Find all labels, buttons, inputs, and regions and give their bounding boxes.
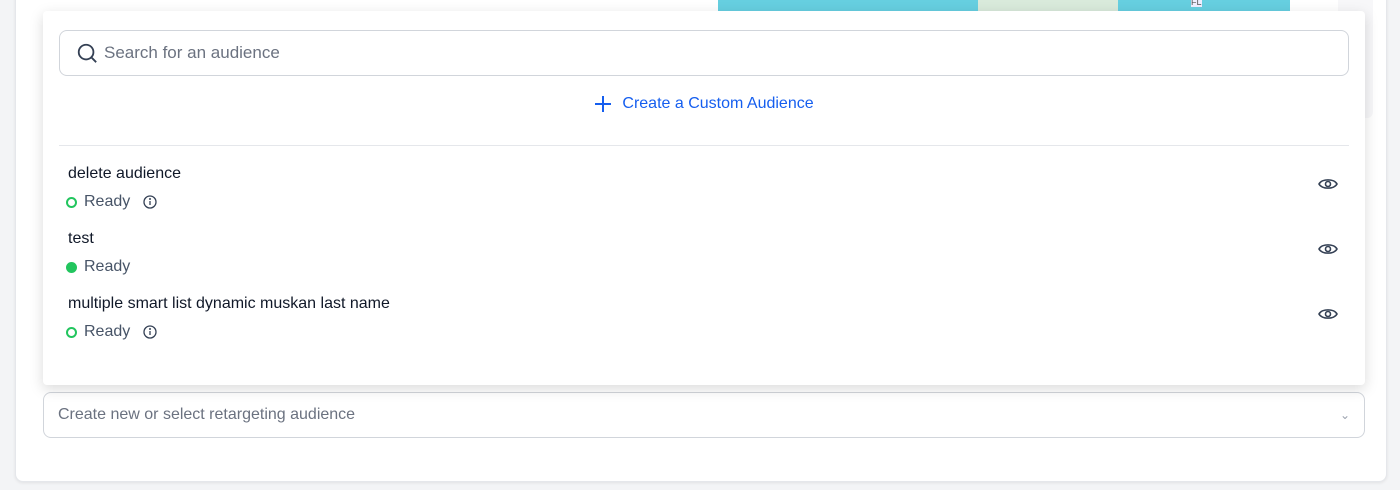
audience-name: delete audience: [68, 165, 181, 182]
map[interactable]: FL: [718, 0, 1290, 11]
audience-name: multiple smart list dynamic muskan last …: [68, 295, 390, 312]
chevron-down-icon: ⌄: [1339, 408, 1350, 422]
status-text: Ready: [84, 258, 131, 275]
retargeting-audience-select[interactable]: Create new or select retargeting audienc…: [43, 392, 1365, 438]
eye-icon[interactable]: [1318, 177, 1338, 196]
info-icon[interactable]: [143, 325, 157, 339]
plus-icon: [595, 96, 612, 112]
status-ready-outline-icon: [66, 326, 77, 338]
create-label: Create a Custom Audience: [622, 95, 814, 112]
status-text: Ready: [84, 323, 131, 340]
map-label: FL: [1191, 0, 1202, 7]
audience-item[interactable]: multiple smart list dynamic muskan last …: [66, 295, 1338, 355]
audience-item[interactable]: delete audience Ready: [66, 165, 1338, 225]
search-placeholder: Search for an audience: [104, 43, 280, 62]
status-ready-filled-icon: [66, 261, 77, 273]
audience-name: test: [68, 230, 94, 247]
audience-dropdown: Search for an audience Create a Custom A…: [43, 11, 1365, 385]
create-custom-audience-button[interactable]: Create a Custom Audience: [43, 95, 1365, 113]
status-text: Ready: [84, 193, 131, 210]
eye-icon[interactable]: [1318, 242, 1338, 261]
audience-item[interactable]: test Ready: [66, 230, 1338, 290]
status-ready-outline-icon: [66, 196, 77, 208]
map-land: [978, 0, 1118, 11]
search-icon: [77, 43, 97, 63]
info-icon[interactable]: [143, 195, 157, 209]
select-placeholder: Create new or select retargeting audienc…: [58, 406, 356, 423]
eye-icon[interactable]: [1318, 307, 1338, 326]
search-input[interactable]: Search for an audience: [59, 30, 1349, 76]
divider: [59, 145, 1349, 146]
